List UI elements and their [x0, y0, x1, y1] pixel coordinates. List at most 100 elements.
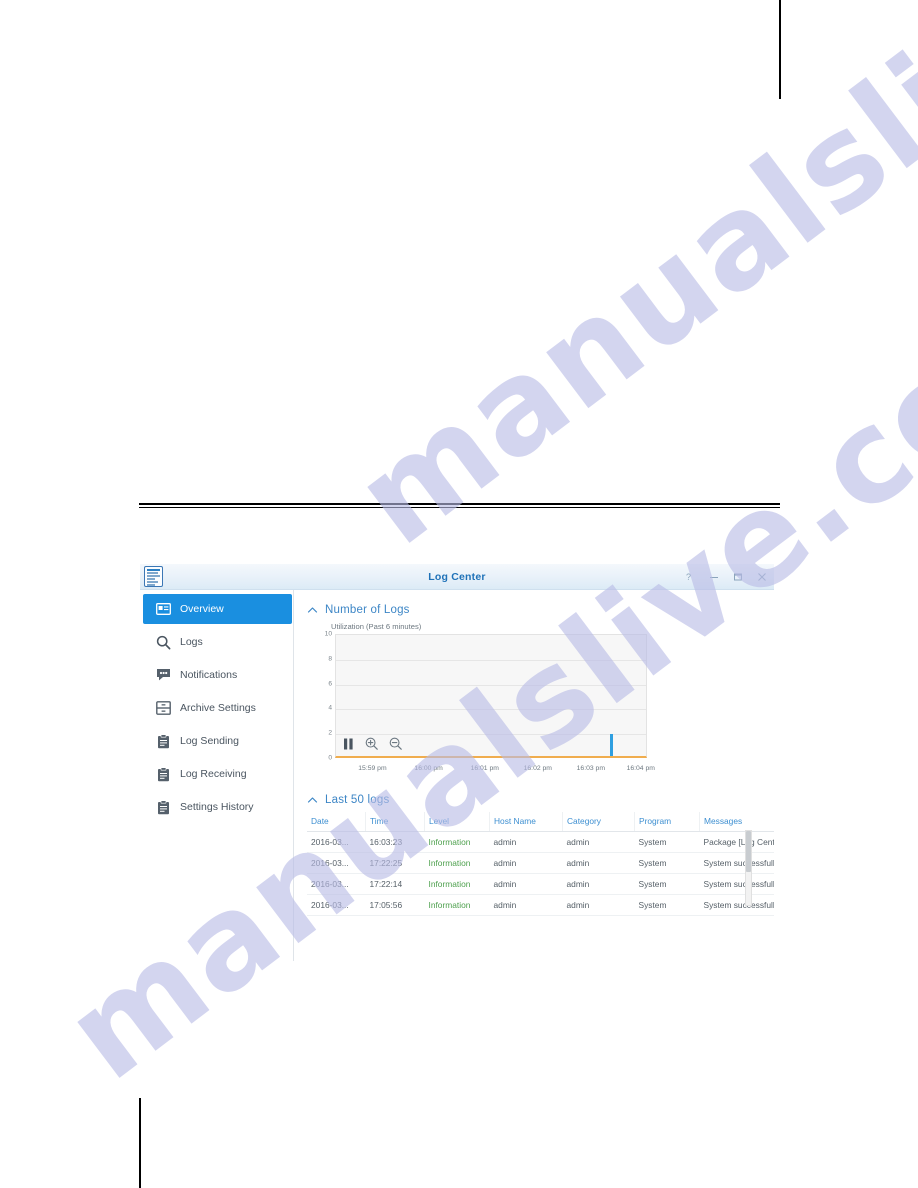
logs-cell: Information	[424, 852, 490, 874]
chart-x-tick-label: 16:01 pm	[470, 765, 499, 772]
number-of-logs-chart: Utilization (Past 6 minutes) 0 2 4 6 8 10 15:…	[317, 622, 655, 773]
logs-table-wrapper: Date Time Level Host Name Category Program Mes…	[307, 812, 774, 916]
sidebar-item-label: Settings History	[180, 801, 254, 813]
last-logs-section: Last 50 logs Date Time Level Host Name Categ…	[307, 794, 774, 916]
window-controls: ?	[684, 564, 768, 589]
logs-column-header[interactable]: Time	[365, 812, 425, 832]
logs-table: Date Time Level Host Name Category Program Mes…	[307, 812, 774, 916]
logs-cell: Package [Log Center] ha...	[699, 831, 774, 853]
chart-y-tick-label: 8	[328, 655, 332, 663]
logs-cell: Information	[424, 873, 490, 895]
logs-cell: 17:22:14	[365, 873, 425, 895]
logs-table-scrollbar[interactable]	[745, 830, 752, 906]
logs-cell: 2016-03...	[307, 852, 366, 874]
chart-area: 0 2 4 6 8 10 15:59 pm 16:00 pm 16:01 pm 16:02 pm…	[317, 630, 655, 773]
window-body: Overview Logs Notifications Archive Sett…	[140, 590, 774, 961]
logs-cell: admin	[489, 894, 563, 916]
section-title: Last 50 logs	[325, 794, 390, 806]
clipboard-receive-icon	[155, 766, 171, 782]
sidebar-item-label: Overview	[180, 603, 224, 615]
chart-gridline	[336, 734, 646, 736]
speech-bubble-icon	[155, 667, 171, 683]
chart-x-tick-label: 15:59 pm	[358, 765, 387, 772]
logs-cell: admin	[562, 852, 635, 874]
sidebar-item-logs[interactable]: Logs	[143, 627, 292, 657]
zoom-out-icon[interactable]	[389, 737, 402, 750]
chart-y-tick-label: 0	[328, 754, 332, 762]
logs-column-header[interactable]: Date	[307, 812, 366, 832]
zoom-in-icon[interactable]	[365, 737, 378, 750]
table-row[interactable]: 2016-03... 17:22:25 Information admin admin S…	[307, 852, 774, 874]
logs-cell: System	[634, 831, 700, 853]
scrollbar-thumb[interactable]	[746, 831, 751, 872]
logs-table-header-row: Date Time Level Host Name Category Program Mes…	[307, 812, 774, 832]
logs-cell: System	[634, 894, 700, 916]
chart-y-tick-label: 2	[328, 729, 332, 737]
chart-x-tick-label: 16:03 pm	[576, 765, 605, 772]
table-row[interactable]: 2016-03... 17:05:56 Information admin admin S…	[307, 894, 774, 916]
page-edge-line-top	[779, 0, 781, 99]
chart-caption: Utilization (Past 6 minutes)	[331, 622, 422, 631]
logs-column-header[interactable]: Program	[634, 812, 700, 832]
chart-y-tick-label: 10	[324, 630, 332, 638]
log-document-icon	[144, 566, 163, 587]
sidebar-item-label: Archive Settings	[180, 702, 256, 714]
sidebar-item-settings-history[interactable]: Settings History	[143, 792, 292, 822]
sidebar-item-overview[interactable]: Overview	[143, 594, 292, 624]
logs-cell: System successfully dele...	[699, 873, 774, 895]
page-edge-line-bottom	[139, 1098, 141, 1188]
chart-x-tick-label: 16:04 pm	[626, 765, 655, 772]
sidebar-item-log-sending[interactable]: Log Sending	[143, 726, 292, 756]
chevron-up-icon[interactable]	[307, 605, 318, 616]
logs-cell: System successfully star...	[699, 894, 774, 916]
minimize-icon[interactable]	[708, 572, 720, 582]
clipboard-send-icon	[155, 733, 171, 749]
logs-cell: admin	[562, 831, 635, 853]
logs-cell: 16:03:23	[365, 831, 425, 853]
chart-gridline	[336, 659, 646, 661]
close-icon[interactable]	[756, 572, 768, 582]
logs-cell: 2016-03...	[307, 831, 366, 853]
window-titlebar[interactable]: Log Center ?	[140, 564, 774, 590]
logs-cell: 2016-03...	[307, 894, 366, 916]
sidebar-item-archive-settings[interactable]: Archive Settings	[143, 693, 292, 723]
logs-table-body: 2016-03... 16:03:23 Information admin admin S…	[307, 831, 774, 916]
maximize-icon[interactable]	[732, 572, 744, 582]
archive-drawer-icon	[155, 700, 171, 716]
sidebar-item-label: Notifications	[180, 669, 238, 681]
logs-column-header[interactable]: Category	[562, 812, 635, 832]
search-magnifier-icon	[155, 634, 171, 650]
window-title: Log Center	[428, 570, 486, 583]
clipboard-history-icon	[155, 799, 171, 815]
logs-cell: admin	[489, 852, 563, 874]
logs-cell: Information	[424, 831, 490, 853]
chart-y-tick-label: 6	[328, 680, 332, 688]
table-row[interactable]: 2016-03... 17:22:14 Information admin admin S…	[307, 873, 774, 895]
help-icon[interactable]: ?	[684, 572, 696, 582]
logs-column-header[interactable]: Messages	[699, 812, 774, 832]
last-logs-header[interactable]: Last 50 logs	[307, 794, 766, 806]
logs-column-header[interactable]: Host Name	[489, 812, 563, 832]
chart-bar	[610, 733, 614, 756]
logs-cell: 17:05:56	[365, 894, 425, 916]
chart-gridline	[336, 684, 646, 686]
svg-text:?: ?	[686, 572, 691, 582]
logs-cell: Information	[424, 894, 490, 916]
number-of-logs-header[interactable]: Number of Logs	[307, 604, 766, 616]
watermark-text: manualslive.com	[330, 0, 918, 574]
page-horizontal-rule	[139, 503, 780, 508]
table-row[interactable]: 2016-03... 16:03:23 Information admin admin S…	[307, 831, 774, 853]
chart-x-tick-label: 16:02 pm	[523, 765, 552, 772]
logs-column-header[interactable]: Level	[424, 812, 490, 832]
log-center-window: Log Center ? Overview Logs Notifications…	[140, 564, 774, 961]
chevron-up-icon[interactable]	[307, 795, 318, 806]
chart-gridline	[336, 709, 646, 711]
sidebar-item-notifications[interactable]: Notifications	[143, 660, 292, 690]
pause-icon[interactable]	[343, 738, 354, 750]
logs-cell: 2016-03...	[307, 873, 366, 895]
logs-cell: 17:22:25	[365, 852, 425, 874]
sidebar-item-label: Log Receiving	[180, 768, 247, 780]
sidebar-item-log-receiving[interactable]: Log Receiving	[143, 759, 292, 789]
logs-cell: admin	[489, 873, 563, 895]
logs-cell: System	[634, 852, 700, 874]
